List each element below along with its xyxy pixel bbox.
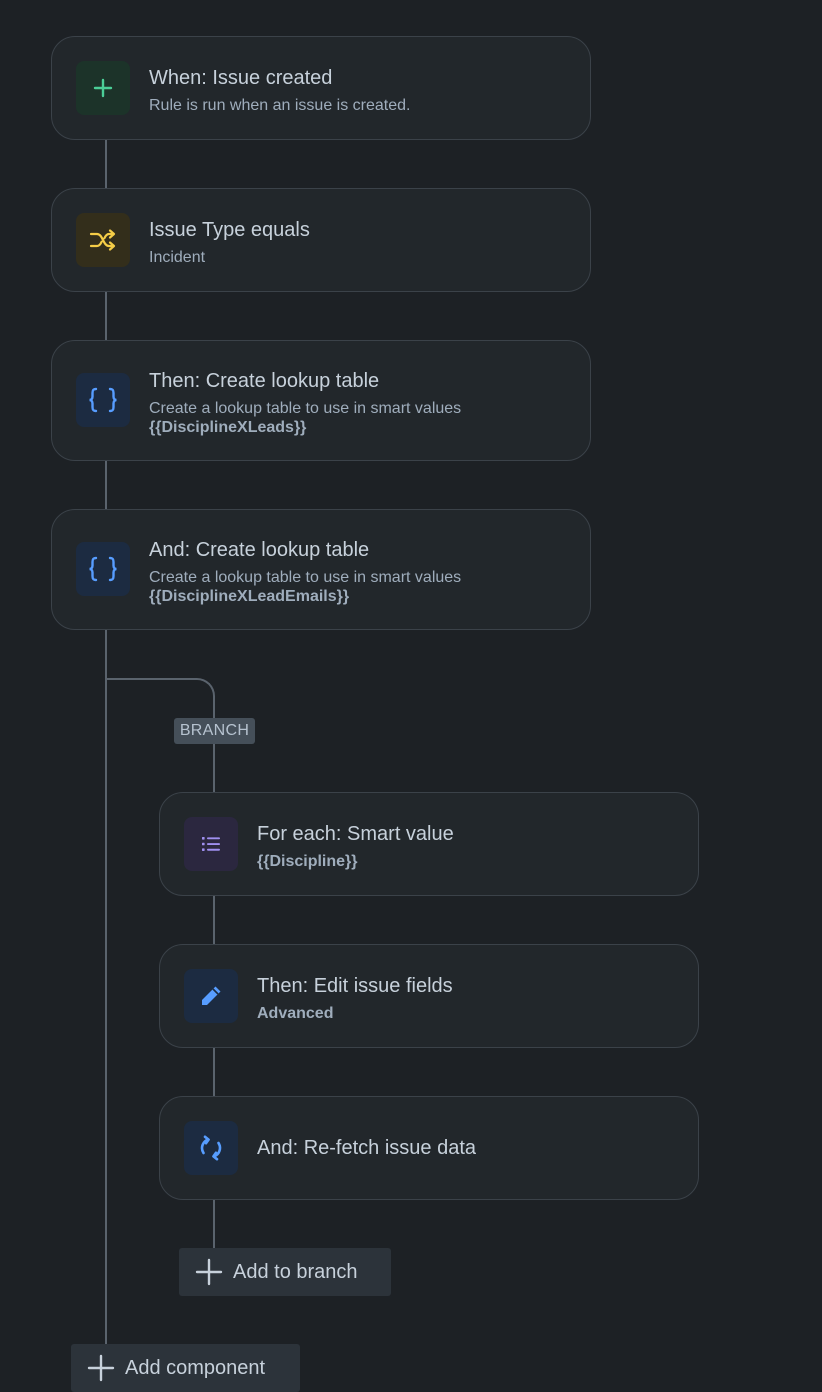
lookup-table-title: And: Create lookup table bbox=[149, 539, 370, 561]
list-icon bbox=[184, 817, 238, 871]
condition-title: Issue Type equals bbox=[149, 219, 310, 241]
shuffle-icon bbox=[76, 213, 130, 267]
for-each-subtitle: {{Discipline}} bbox=[257, 853, 358, 870]
braces-icon bbox=[76, 542, 130, 596]
lookup-table-title: Then: Create lookup table bbox=[149, 370, 380, 392]
lookup-table-card[interactable]: And: Create lookup table Create a lookup… bbox=[51, 509, 591, 630]
lookup-table-card[interactable]: Then: Create lookup table Create a looku… bbox=[51, 340, 591, 461]
lookup-table-subtitle: Create a lookup table to use in smart va… bbox=[149, 400, 462, 417]
trigger-title: When: Issue created bbox=[149, 67, 333, 89]
lookup-table-variable: {{DisciplineXLeadEmails}} bbox=[149, 588, 350, 605]
edit-issue-subtitle: Advanced bbox=[257, 1005, 334, 1022]
lookup-table-variable: {{DisciplineXLeads}} bbox=[149, 419, 307, 436]
braces-icon bbox=[76, 373, 130, 427]
edit-issue-title: Then: Edit issue fields bbox=[257, 975, 453, 997]
add-component-label: Add component bbox=[125, 1356, 266, 1379]
trigger-card[interactable]: When: Issue created Rule is run when an … bbox=[51, 36, 591, 140]
pencil-icon bbox=[184, 969, 238, 1023]
refetch-card[interactable]: And: Re-fetch issue data bbox=[159, 1096, 699, 1200]
for-each-title: For each: Smart value bbox=[257, 823, 454, 845]
refresh-icon bbox=[184, 1121, 238, 1175]
for-each-card[interactable]: For each: Smart value {{Discipline}} bbox=[159, 792, 699, 896]
plus-icon bbox=[195, 1258, 223, 1286]
condition-card[interactable]: Issue Type equals Incident bbox=[51, 188, 591, 292]
trigger-subtitle: Rule is run when an issue is created. bbox=[149, 97, 411, 114]
plus-icon bbox=[76, 61, 130, 115]
add-to-branch-label: Add to branch bbox=[233, 1260, 358, 1283]
refetch-title: And: Re-fetch issue data bbox=[257, 1137, 477, 1159]
add-to-branch-button[interactable]: Add to branch bbox=[179, 1248, 391, 1296]
lookup-table-subtitle: Create a lookup table to use in smart va… bbox=[149, 569, 462, 586]
add-component-button[interactable]: Add component bbox=[71, 1344, 300, 1392]
branch-badge: BRANCH bbox=[174, 718, 255, 744]
condition-subtitle: Incident bbox=[149, 249, 206, 266]
main-connector-line bbox=[105, 139, 107, 1378]
edit-issue-card[interactable]: Then: Edit issue fields Advanced bbox=[159, 944, 699, 1048]
